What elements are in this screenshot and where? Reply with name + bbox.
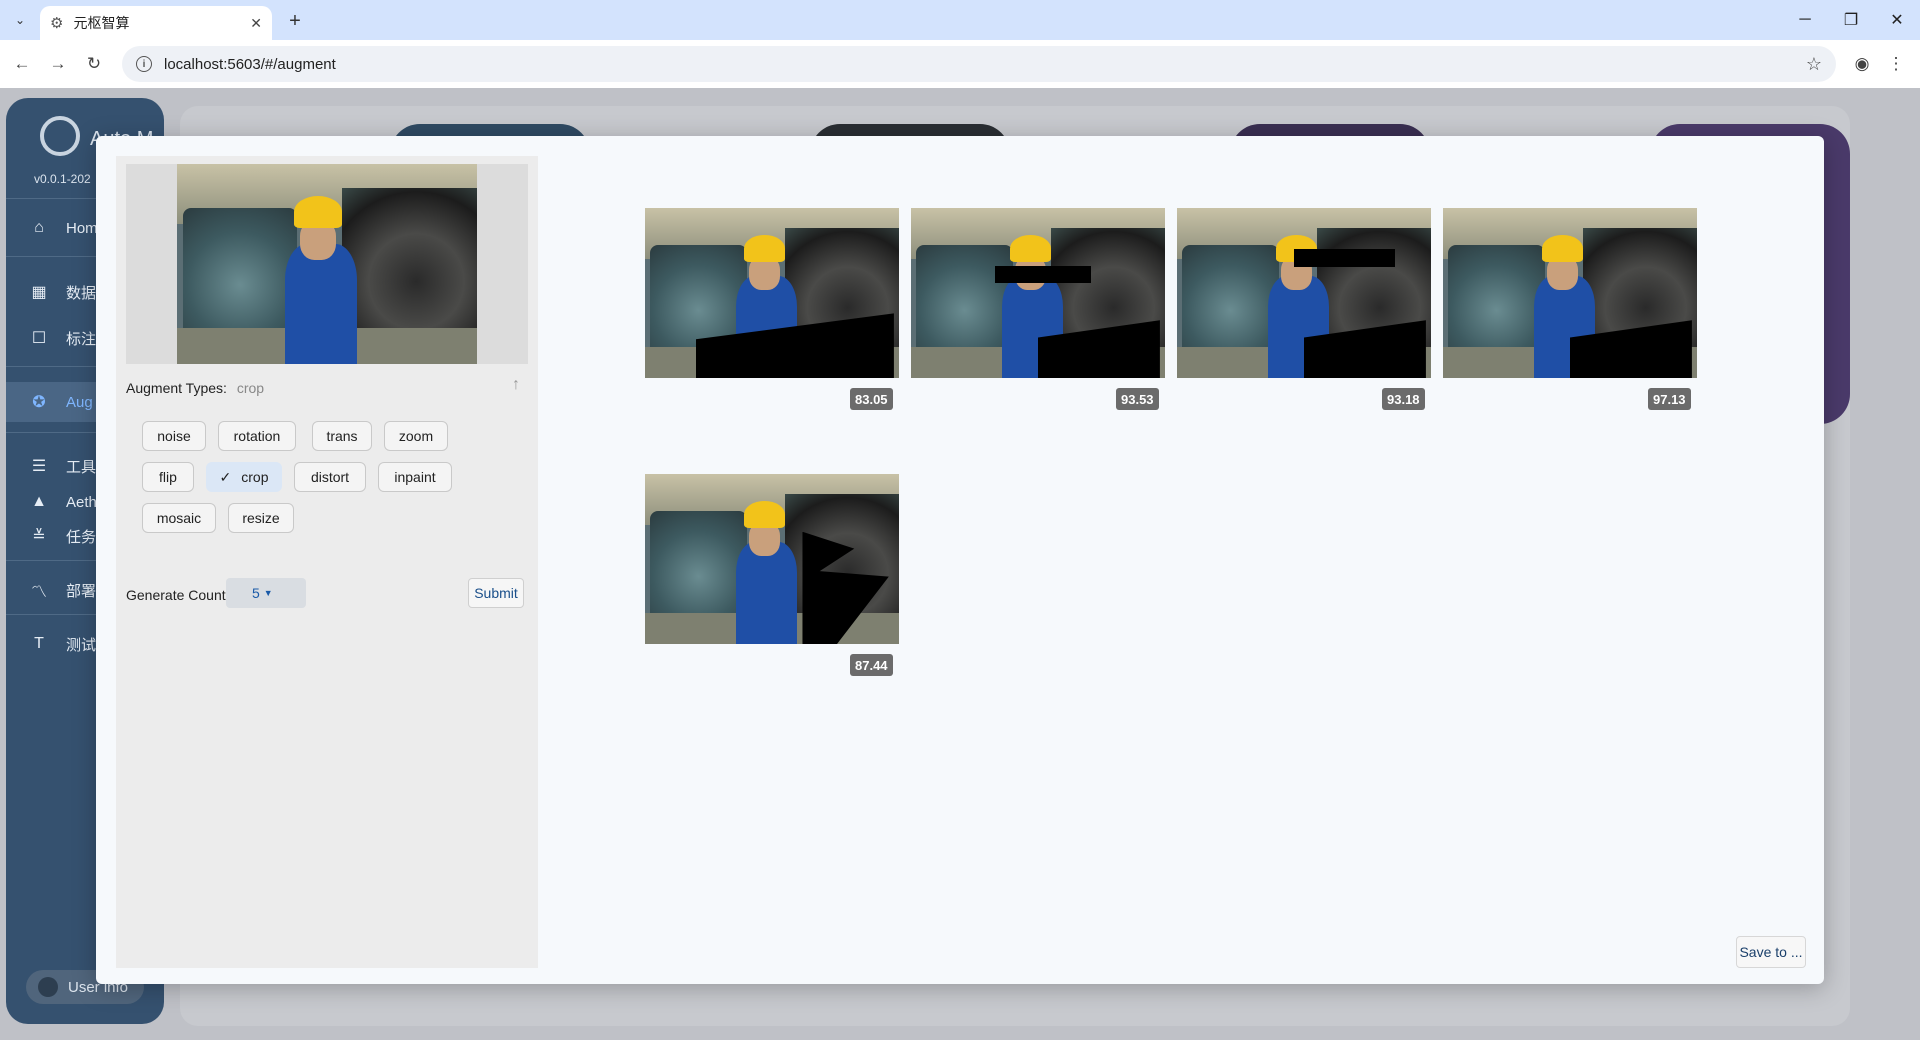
check-icon: ✓ [219, 468, 232, 485]
result-card[interactable]: 83.05 [645, 208, 899, 410]
chip-crop-label: crop [241, 469, 269, 485]
site-favicon-icon: ⚙ [50, 15, 64, 32]
result-card[interactable]: 93.18 [1177, 208, 1431, 410]
user-avatar-icon [38, 977, 58, 997]
rocket-icon: ▲ [31, 493, 47, 510]
score-badge: 93.53 [1116, 388, 1159, 410]
bookmark-star-icon[interactable]: ☆ [1806, 54, 1822, 75]
chip-flip[interactable]: flip [142, 462, 194, 492]
sidebar-item-label: Aeth [66, 493, 97, 511]
back-icon[interactable]: ← [10, 52, 34, 76]
forward-icon[interactable]: → [46, 52, 70, 76]
sidebar-item-label: 任务 [66, 528, 97, 546]
chip-distort[interactable]: distort [294, 462, 366, 492]
sidebar-item-label: Aug [66, 393, 93, 411]
chip-inpaint[interactable]: inpaint [378, 462, 452, 492]
generate-count-label: Generate Count: [126, 587, 230, 603]
generate-count-value: 5 [252, 585, 260, 601]
chip-rotation[interactable]: rotation [218, 421, 296, 451]
version-label: v0.0.1-202 [34, 172, 91, 186]
augment-settings-panel: Augment Types: crop ↑ noise rotation tra… [116, 156, 538, 968]
chip-resize[interactable]: resize [228, 503, 294, 533]
square-icon: ☐ [31, 330, 47, 347]
score-badge: 87.44 [850, 654, 893, 676]
caret-down-icon: ▼ [263, 588, 273, 598]
new-tab-icon[interactable]: + [282, 8, 308, 34]
sidebar-item-label: Hom [66, 219, 98, 237]
address-bar: ← → ↻ i localhost:5603/#/augment ☆ ◉ ⋮ [0, 40, 1920, 88]
augment-types-header: Augment Types: crop [126, 380, 264, 396]
result-image[interactable] [645, 474, 899, 644]
result-image[interactable] [1177, 208, 1431, 378]
sidebar-item-label: 标注 [66, 330, 97, 348]
sidebar-item-label: 测试 [66, 636, 97, 654]
chip-noise[interactable]: noise [142, 421, 206, 451]
score-badge: 83.05 [850, 388, 893, 410]
result-card[interactable]: 87.44 [645, 474, 899, 676]
list-icon: ☰ [31, 458, 47, 475]
site-info-icon[interactable]: i [136, 56, 152, 72]
restore-icon[interactable]: ❐ [1828, 0, 1874, 40]
augment-types-label: Augment Types: [126, 380, 227, 396]
source-image-preview [126, 164, 528, 364]
sidebar-item-label: 部署 [66, 582, 97, 600]
grid-icon: ▦ [31, 284, 47, 301]
window-close-icon[interactable]: ✕ [1874, 0, 1920, 40]
result-image[interactable] [645, 208, 899, 378]
sidebar-item-label: 工具 [66, 458, 97, 476]
tab-close-icon[interactable]: ✕ [250, 15, 262, 32]
arrow-up-icon[interactable]: ↑ [512, 376, 520, 394]
save-to-button[interactable]: Save to ... [1736, 936, 1806, 968]
browser-tab-bar: ⌄ ⚙ 元枢智算 ✕ + ─ ❐ ✕ [0, 0, 1920, 40]
logo-icon [40, 116, 80, 156]
text-icon: T [34, 635, 44, 652]
profile-icon[interactable]: ◉ [1850, 52, 1874, 76]
sidebar-item-label: 数据 [66, 284, 97, 302]
submit-button[interactable]: Submit [468, 578, 524, 608]
chip-crop[interactable]: ✓ crop [206, 462, 282, 492]
augment-icon: ✪ [32, 394, 46, 411]
chart-icon: 〽 [30, 584, 47, 601]
url-input[interactable]: i localhost:5603/#/augment ☆ [122, 46, 1836, 82]
tab-title: 元枢智算 [73, 15, 130, 31]
result-image[interactable] [1443, 208, 1697, 378]
score-badge: 93.18 [1382, 388, 1425, 410]
result-image[interactable] [911, 208, 1165, 378]
score-badge: 97.13 [1648, 388, 1691, 410]
generate-count-select[interactable]: 5 ▼ [226, 578, 306, 608]
source-image [177, 164, 477, 364]
chip-mosaic[interactable]: mosaic [142, 503, 216, 533]
augment-types-selected: crop [236, 380, 265, 396]
chip-zoom[interactable]: zoom [384, 421, 448, 451]
result-card[interactable]: 97.13 [1443, 208, 1697, 410]
minimize-icon[interactable]: ─ [1782, 0, 1828, 40]
chip-trans[interactable]: trans [312, 421, 372, 451]
result-card[interactable]: 93.53 [911, 208, 1165, 410]
menu-kebab-icon[interactable]: ⋮ [1884, 52, 1908, 76]
url-text: localhost:5603/#/augment [164, 55, 336, 73]
home-icon: ⌂ [34, 219, 44, 236]
task-icon: ≚ [32, 528, 46, 545]
augment-dialog: Augment Types: crop ↑ noise rotation tra… [96, 136, 1824, 984]
browser-tab[interactable]: ⚙ 元枢智算 ✕ [40, 6, 272, 40]
reload-icon[interactable]: ↻ [82, 52, 106, 76]
tab-search-icon[interactable]: ⌄ [8, 8, 32, 32]
